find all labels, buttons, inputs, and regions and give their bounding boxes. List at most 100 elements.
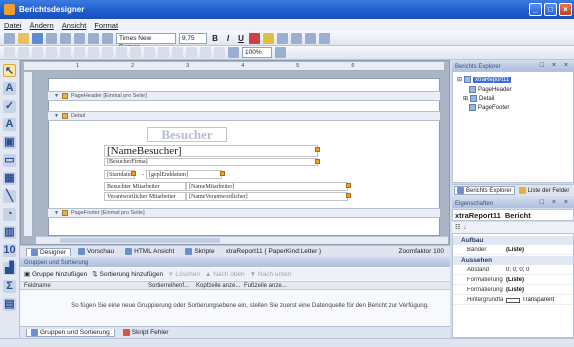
horizontal-scrollbar[interactable]: [36, 236, 448, 244]
zoom-in-icon[interactable]: [275, 47, 286, 58]
align-center-icon[interactable]: [291, 32, 302, 44]
align-lefts-icon[interactable]: [18, 47, 29, 58]
col-feldname[interactable]: Feldname: [24, 283, 51, 289]
font-size-select[interactable]: 9,75: [179, 32, 207, 44]
barcode-tool-icon[interactable]: ▥: [3, 226, 16, 239]
mitarbeiter-label[interactable]: Besuchter Mitarbeiter: [104, 182, 186, 191]
page-footer-band[interactable]: ▼ PageFooter [Einmal pro Seite]: [48, 208, 440, 218]
name-besucher-field[interactable]: [NameBesucher]: [104, 145, 318, 157]
align-right-icon[interactable]: [305, 32, 316, 44]
title-field[interactable]: Besucher: [147, 127, 227, 142]
tab-berichts-explorer[interactable]: Berichts Explorer: [454, 186, 515, 195]
cut-icon[interactable]: [46, 32, 57, 44]
italic-button[interactable]: I: [223, 34, 233, 43]
same-height-icon[interactable]: [116, 47, 127, 58]
menu-datei[interactable]: Datei: [4, 21, 22, 30]
page-header-band[interactable]: ▼ PageHeader [Einmal pro Seite]: [48, 91, 440, 101]
horizontal-spacing-icon[interactable]: [144, 47, 155, 58]
back-color-icon[interactable]: [263, 32, 274, 44]
minimize-button[interactable]: _: [529, 3, 542, 16]
tab-vorschau[interactable]: Vorschau: [74, 248, 118, 255]
prop-formatierung-1[interactable]: Formatierungsr(Liste): [453, 276, 573, 285]
vertical-spacing-icon[interactable]: [158, 47, 169, 58]
same-width-icon[interactable]: [102, 47, 113, 58]
panel-tool-icon[interactable]: ▭: [3, 154, 16, 167]
collapse-arrow-icon[interactable]: ▼: [54, 93, 59, 99]
smart-tag-icon[interactable]: [315, 147, 320, 152]
mitarbeiter-field[interactable]: [NameMitarbeiter]: [186, 182, 348, 191]
detail-band[interactable]: ▼ Detail: [48, 111, 440, 121]
open-folder-icon[interactable]: [18, 32, 29, 44]
scroll-thumb[interactable]: [60, 238, 220, 243]
prop-formatierung-2[interactable]: Formatierungsr(Liste): [453, 286, 573, 295]
line-tool-icon[interactable]: ╲: [3, 190, 16, 203]
center-horizontally-icon[interactable]: [172, 47, 183, 58]
verantwortlicher-field[interactable]: [NameVerantwortlicher]: [186, 192, 348, 201]
new-report-icon[interactable]: [4, 32, 15, 44]
label-tool-icon[interactable]: A: [3, 82, 16, 95]
align-left-icon[interactable]: [277, 32, 288, 44]
alphabetical-icon[interactable]: ↓: [463, 225, 466, 231]
col-fusszeile[interactable]: Fußzeile anze...: [244, 283, 287, 289]
zipcode-tool-icon[interactable]: 10: [3, 244, 16, 257]
categorized-icon[interactable]: ☷: [455, 224, 460, 231]
table-tool-icon[interactable]: ▦: [3, 172, 16, 185]
smart-tag-icon[interactable]: [220, 171, 225, 176]
bring-to-front-icon[interactable]: [200, 47, 211, 58]
col-kopfzeile[interactable]: Kopfzeile anze...: [196, 283, 240, 289]
tree-node-report[interactable]: ⊟ xtraReport11: [457, 76, 512, 83]
tab-liste-felder[interactable]: Liste der Felder: [517, 187, 572, 194]
font-family-select[interactable]: Times New Roman: [116, 32, 176, 51]
enddatum-field[interactable]: [geplEnddatum]: [146, 170, 222, 179]
smart-tag-icon[interactable]: [346, 193, 351, 198]
add-sort-button[interactable]: ⇅ Sortierung hinzufügen: [92, 270, 163, 278]
move-down-button[interactable]: ▼ Nach unten: [250, 271, 292, 278]
tab-html-ansicht[interactable]: HTML Ansicht: [121, 248, 178, 255]
paste-icon[interactable]: [74, 32, 85, 44]
verantwortlicher-label[interactable]: Verantwortlicher Mitarbeiter: [104, 192, 186, 201]
smart-tag-icon[interactable]: [131, 171, 136, 176]
tab-designer[interactable]: Designer: [26, 247, 72, 256]
center-vertically-icon[interactable]: [186, 47, 197, 58]
tab-skripte[interactable]: Skripte: [181, 248, 218, 255]
pointer-tool-icon[interactable]: ↖: [3, 64, 16, 77]
redo-icon[interactable]: [102, 32, 113, 44]
category-aufbau[interactable]: Aufbau: [453, 236, 573, 245]
justify-icon[interactable]: [319, 32, 330, 44]
smart-tag-icon[interactable]: [346, 183, 351, 188]
close-button[interactable]: ×: [559, 3, 572, 16]
save-icon[interactable]: [32, 32, 43, 44]
smart-tag-icon[interactable]: [315, 159, 320, 164]
tab-gruppen-sortierung[interactable]: Gruppen und Sortierung: [26, 328, 115, 337]
delete-button[interactable]: ✕ Löschen: [168, 270, 200, 278]
menu-aendern[interactable]: Ändern: [30, 21, 54, 30]
panel-buttons[interactable]: □ × ×: [540, 62, 571, 69]
underline-button[interactable]: U: [236, 34, 246, 43]
sum-tool-icon[interactable]: Σ: [3, 280, 16, 293]
menu-format[interactable]: Format: [94, 21, 118, 30]
collapse-arrow-icon[interactable]: ▼: [54, 210, 59, 216]
chart-tool-icon[interactable]: ▟: [3, 262, 16, 275]
align-tops-icon[interactable]: [60, 47, 71, 58]
zoom-select[interactable]: 100%: [242, 47, 272, 58]
send-to-back-icon[interactable]: [214, 47, 225, 58]
align-rights-icon[interactable]: [46, 47, 57, 58]
menu-ansicht[interactable]: Ansicht: [62, 21, 87, 30]
copy-icon[interactable]: [60, 32, 71, 44]
align-grid-icon[interactable]: [4, 47, 15, 58]
tree-node-detail[interactable]: ⊞ Detail: [463, 95, 494, 102]
move-up-button[interactable]: ▲ Nach oben: [205, 271, 245, 278]
col-sortierung[interactable]: Sortierreihenf...: [148, 283, 189, 289]
panel-buttons[interactable]: □ × ×: [540, 199, 571, 206]
undo-icon[interactable]: [88, 32, 99, 44]
align-centers-icon[interactable]: [32, 47, 43, 58]
checkbox-tool-icon[interactable]: ✓: [3, 100, 16, 113]
prop-abstand[interactable]: Abstand 0; 0; 0; 0: [453, 266, 573, 275]
shape-tool-icon[interactable]: ◔: [3, 208, 16, 221]
tree-node-pageheader[interactable]: PageHeader: [469, 86, 512, 93]
align-bottoms-icon[interactable]: [88, 47, 99, 58]
picture-tool-icon[interactable]: ▣: [3, 136, 16, 149]
besucher-firma-field[interactable]: [BesucherFirma]: [104, 158, 318, 166]
maximize-button[interactable]: □: [544, 3, 557, 16]
prop-hintergrundfarbe[interactable]: HintergrundfarbTransparent: [453, 296, 573, 305]
